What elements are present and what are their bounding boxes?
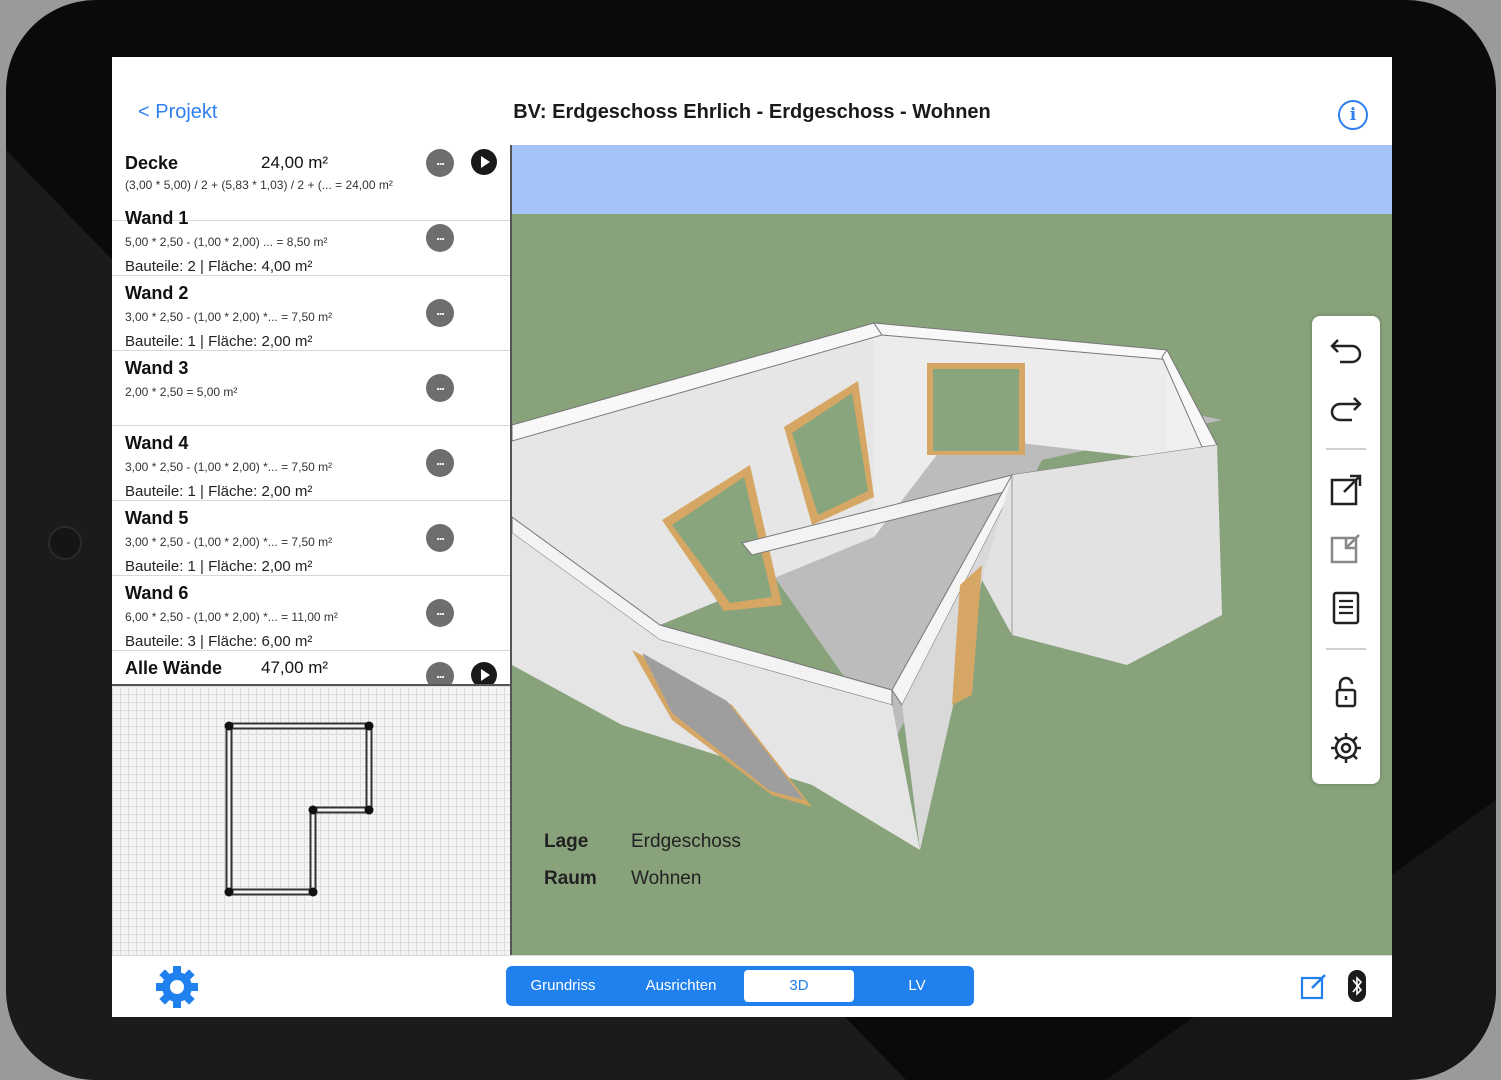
tab-3d[interactable]: 3D [744,970,854,1002]
floorplan-minimap[interactable] [112,684,512,957]
row-formula: 3,00 * 2,50 - (1,00 * 2,00) *... = 7,50 … [125,310,333,324]
list-item[interactable]: Wand 6 6,00 * 2,50 - (1,00 * 2,00) *... … [112,575,510,651]
list-item[interactable]: Wand 4 3,00 * 2,50 - (1,00 * 2,00) *... … [112,425,510,501]
floorplan-drawing [224,721,374,897]
document-icon[interactable] [1326,588,1366,628]
row-formula: 2,00 * 2,50 = 5,00 m² [125,385,238,399]
more-button[interactable]: ... [426,224,454,252]
row-area: 47,00 m² [261,658,329,677]
property-value: Wohnen [631,868,702,889]
row-formula: 3,00 * 2,50 - (1,00 * 2,00) *... = 7,50 … [125,535,333,549]
row-meta: Bauteile: 2 | Fläche: 4,00 m² [125,258,313,275]
row-name: Alle Wände [125,658,223,678]
more-button[interactable]: ... [426,662,454,684]
property-label: Lage [544,831,589,852]
more-button[interactable]: ... [426,299,454,327]
tab-grundriss[interactable]: Grundriss [508,970,618,1002]
page-title: BV: Erdgeschoss Ehrlich - Erdgeschoss - … [513,101,991,123]
row-formula: 3,00 * 2,50 - (1,00 * 2,00) *... = 7,50 … [125,460,333,474]
more-button[interactable]: ... [426,149,454,177]
list-item[interactable]: Wand 3 2,00 * 2,50 = 5,00 m² ... [112,350,510,426]
row-meta: Bauteile: 1 | Fläche: 2,00 m² [125,333,313,350]
toolbar-divider [1326,648,1366,650]
edit-icon[interactable] [1300,972,1328,1000]
row-name: Wand 3 [125,358,189,378]
settings-icon[interactable] [154,964,200,1010]
play-icon[interactable] [471,149,497,175]
list-item[interactable]: Wand 2 3,00 * 2,50 - (1,00 * 2,00) *... … [112,275,510,351]
bluetooth-icon[interactable] [1348,970,1366,1002]
list-item[interactable]: Wand 1 5,00 * 2,50 - (1,00 * 2,00) ... =… [112,200,510,276]
row-name: Wand 6 [125,583,189,603]
tab-ausrichten[interactable]: Ausrichten [626,970,736,1002]
tab-lv[interactable]: LV [862,970,972,1002]
row-meta: Bauteile: 1 | Fläche: 2,00 m² [125,483,313,500]
import-icon[interactable] [1326,528,1366,568]
row-formula: 6,00 * 2,50 - (1,00 * 2,00) *... = 11,00… [125,610,338,624]
row-name: Wand 1 [125,208,189,228]
side-toolbar [1312,316,1380,784]
bottom-bar: Grundriss Ausrichten 3D LV [112,955,1392,1017]
list-item[interactable]: Wand 5 3,00 * 2,50 - (1,00 * 2,00) *... … [112,500,510,576]
more-button[interactable]: ... [426,449,454,477]
more-button[interactable]: ... [426,374,454,402]
row-meta: Bauteile: 3 | Fläche: 6,00 m² [125,633,313,650]
view-mode-control: Grundriss Ausrichten 3D LV [506,966,974,1006]
more-button[interactable]: ... [426,524,454,552]
list-item[interactable]: Alle Wände 47,00 m² ... [112,650,510,684]
app-screen: < Projekt BV: Erdgeschoss Ehrlich - Erdg… [112,57,1392,1017]
row-name: Wand 2 [125,283,189,303]
play-icon[interactable] [471,662,497,684]
redo-icon[interactable] [1326,386,1366,426]
front-camera [48,526,82,560]
navigation-bar: < Projekt BV: Erdgeschoss Ehrlich - Erdg… [112,57,1392,146]
gear-icon[interactable] [1326,728,1366,768]
row-meta: Bauteile: 1 | Fläche: 2,00 m² [125,558,313,575]
toolbar-divider [1326,448,1366,450]
more-button[interactable]: ... [426,599,454,627]
property-value: Erdgeschoss [631,831,741,852]
3d-view[interactable]: Lage Erdgeschoss Raum Wohnen [512,145,1392,955]
lock-icon[interactable] [1326,672,1366,712]
property-label: Raum [544,868,597,889]
row-formula: (3,00 * 5,00) / 2 + (5,83 * 1,03) / 2 + … [125,178,393,192]
export-icon[interactable] [1326,470,1366,510]
info-icon[interactable]: i [1338,100,1368,130]
undo-icon[interactable] [1326,328,1366,368]
row-area: 24,00 m² [261,153,329,172]
row-formula: 5,00 * 2,50 - (1,00 * 2,00) ... = 8,50 m… [125,235,328,249]
row-name: Wand 5 [125,508,189,528]
surface-list: Decke 24,00 m² (3,00 * 5,00) / 2 + (5,83… [112,145,512,684]
row-name: Wand 4 [125,433,189,453]
row-name: Decke [125,153,179,173]
